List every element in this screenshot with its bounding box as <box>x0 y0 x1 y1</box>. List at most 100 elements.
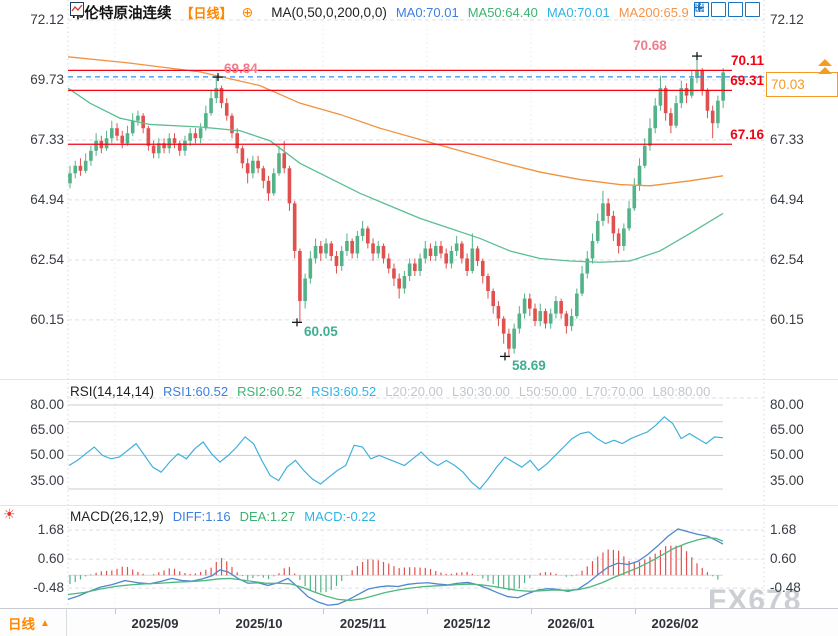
candle-body <box>151 145 156 154</box>
candle-body <box>407 263 412 277</box>
candle-body <box>266 180 271 194</box>
candle-body <box>460 243 464 259</box>
rsi-axis-label: 35.00 <box>770 472 804 488</box>
indicator-settings-sun-icon[interactable]: ☀ <box>3 506 16 523</box>
candle-body <box>271 173 276 194</box>
candle-body <box>146 128 151 146</box>
candle-body <box>73 165 78 174</box>
month-label: 2025/12 <box>443 616 491 631</box>
month-label: 2026/01 <box>547 616 595 631</box>
macd-axis-label: 0.60 <box>770 551 797 567</box>
macd-axis-label: 1.68 <box>37 522 64 538</box>
chart-canvas[interactable] <box>0 0 838 636</box>
candle-body <box>125 133 130 144</box>
candle-body <box>183 140 187 151</box>
candle-body <box>590 240 595 259</box>
rsi-legend-item: L80:80.00 <box>652 384 711 399</box>
rsi-axis-label: 80.00 <box>770 397 804 412</box>
candle-body <box>538 311 543 322</box>
ma-legend: MA0:70.01 MA50:64.40 MA0:70.01 MA200:65.9 <box>396 5 689 20</box>
chart-toolbar <box>694 2 760 17</box>
price-axis-label: 67.33 <box>30 131 64 147</box>
candle-body <box>648 128 652 146</box>
month-label: 2026/02 <box>651 616 699 631</box>
price-axis-label: 72.12 <box>770 12 804 27</box>
candle-body <box>193 133 198 139</box>
candle-body <box>575 293 579 317</box>
candle-body <box>298 250 302 302</box>
candle-body <box>642 145 647 166</box>
candle-body <box>507 333 511 349</box>
candle-body <box>89 150 93 161</box>
axis-tick <box>219 609 220 614</box>
ma200-line <box>67 56 724 187</box>
candle-body <box>167 138 172 149</box>
candle-body <box>684 88 689 96</box>
candle-body <box>674 103 678 126</box>
extreme-price-label: 69.84 <box>224 61 258 77</box>
candle-body <box>313 245 318 259</box>
extreme-price-label: 70.68 <box>633 38 667 54</box>
candle-body <box>78 165 83 171</box>
scroll-to-top-arrows-icon[interactable] <box>818 59 832 74</box>
candle-body <box>444 253 448 264</box>
extreme-price-label: 58.69 <box>512 358 546 374</box>
ma-settings-label[interactable]: MA(0,50,0,200,0,0) <box>271 5 387 20</box>
candle-body <box>339 250 344 266</box>
candle-body <box>224 103 229 116</box>
candle-body <box>68 173 72 184</box>
candle-body <box>136 115 140 121</box>
candle-body <box>83 160 88 171</box>
candle-body <box>235 133 239 149</box>
macd-axis-label: 1.68 <box>770 522 797 538</box>
candle-body <box>501 318 506 334</box>
month-label: 2025/10 <box>235 616 283 631</box>
candle-body <box>595 220 600 241</box>
extreme-price-label: 60.05 <box>304 324 338 340</box>
period-selector-label[interactable]: 日线 <box>8 613 35 633</box>
candle-body <box>585 258 590 274</box>
candle-body <box>554 301 558 314</box>
add-indicator-icon[interactable]: ⊕ <box>242 4 254 21</box>
candle-body <box>94 140 98 151</box>
price-axis-label: 60.15 <box>770 311 804 327</box>
goto-latest-icon[interactable] <box>695 2 760 17</box>
rsi-params-label[interactable]: RSI(14,14,14) <box>70 384 154 399</box>
candle-body <box>381 245 386 259</box>
price-axis-label: 62.54 <box>770 251 804 267</box>
candle-body <box>449 250 454 264</box>
candle-body <box>172 138 177 144</box>
macd-diff-line <box>67 528 724 606</box>
month-label: 2025/09 <box>131 616 179 631</box>
rsi-axis-label: 65.00 <box>770 422 804 438</box>
candle-body <box>345 240 349 251</box>
candle-body <box>324 243 328 254</box>
candle-body <box>548 313 553 324</box>
candle-body <box>251 160 255 174</box>
rsi-legend-item: L70:70.00 <box>585 384 644 399</box>
price-axis-label: 64.94 <box>770 191 804 207</box>
rsi-axis-label: 50.00 <box>30 447 64 463</box>
candle-body <box>277 153 281 174</box>
period-tag[interactable]: 【日线】 <box>181 3 233 22</box>
candle-body <box>397 278 401 289</box>
candle-body <box>601 203 605 221</box>
price-axis-label: 72.12 <box>30 12 64 27</box>
symbol-title: 布伦特原油连续 <box>70 6 172 22</box>
price-axis-label: 69.73 <box>30 71 64 87</box>
play-chart-icon[interactable] <box>695 2 743 17</box>
fit-chart-icon[interactable] <box>695 2 726 17</box>
candle-body <box>256 160 260 169</box>
chart-window: 布伦特原油连续 【日线】 ⊕ MA(0,50,0,200,0,0) MA0:70… <box>0 0 838 636</box>
candle-body <box>616 233 621 246</box>
macd-params-label[interactable]: MACD(26,12,9) <box>70 509 164 524</box>
axis-tick <box>427 609 428 614</box>
rsi-legend: RSI1:60.52 RSI2:60.52 RSI3:60.52 L20:20.00 L… <box>163 384 710 399</box>
macd-axis-label: 0.60 <box>37 551 64 567</box>
macd-legend-item: DIFF:1.16 <box>172 509 231 524</box>
candle-body <box>569 316 574 327</box>
macd-legend-item: MACD:-0.22 <box>304 509 376 524</box>
period-selector[interactable]: 日线 ▲ <box>0 609 67 636</box>
candle-body <box>360 228 365 236</box>
candle-body <box>355 235 360 254</box>
